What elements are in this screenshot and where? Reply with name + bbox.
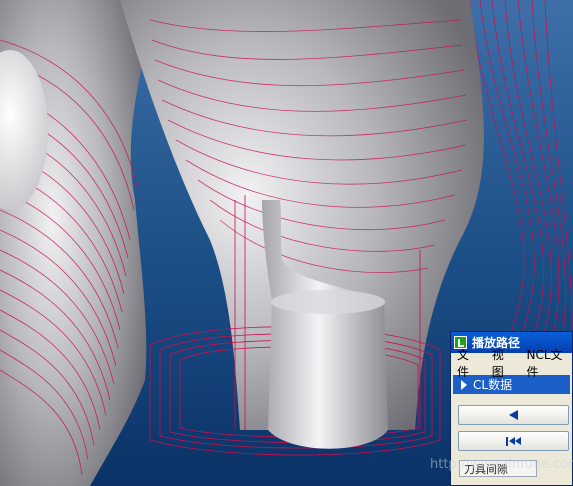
panel-menubar: 文件 视图 NCL文件 [451, 348, 572, 379]
tool-gap-field[interactable]: 刀具间隙 [459, 460, 537, 477]
triangle-left-icon [509, 410, 518, 420]
rewind-button[interactable] [458, 431, 569, 451]
menu-ncl-file[interactable]: NCL文件 [527, 346, 573, 380]
menu-view[interactable]: 视图 [492, 346, 515, 380]
menu-file[interactable]: 文件 [457, 346, 480, 380]
tool-gap-label: 刀具间隙 [464, 462, 508, 476]
expand-arrow-icon [461, 379, 467, 390]
cl-data-label: CL数据 [473, 378, 513, 392]
rewind-to-start-icon [506, 436, 521, 446]
step-back-button[interactable] [458, 405, 569, 425]
app-icon [454, 336, 467, 349]
playback-path-panel: 播放路径 文件 视图 NCL文件 CL数据 刀具间隙 [450, 331, 573, 486]
